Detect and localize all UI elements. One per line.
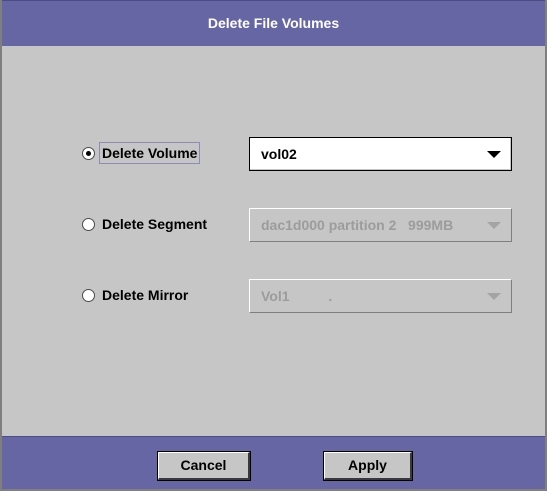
segment-select[interactable]: dac1d000 partition 2 999MB (249, 208, 512, 242)
option-row-delete-mirror: Delete Mirror Vol1 . (2, 279, 545, 313)
delete-file-volumes-dialog: Delete File Volumes Delete Volume vol02 … (0, 0, 547, 491)
chevron-down-icon[interactable] (487, 222, 501, 229)
dialog-title: Delete File Volumes (2, 0, 545, 46)
segment-select-value: dac1d000 partition 2 999MB (261, 217, 454, 233)
delete-mirror-radio[interactable] (82, 289, 95, 302)
radio-selected-dot (86, 151, 91, 156)
apply-button[interactable]: Apply (323, 451, 413, 481)
delete-mirror-label[interactable]: Delete Mirror (102, 287, 188, 303)
volume-select-value: vol02 (261, 146, 297, 162)
chevron-down-icon[interactable] (487, 293, 501, 300)
dialog-footer: Cancel Apply (2, 436, 545, 489)
option-row-delete-segment: Delete Segment dac1d000 partition 2 999M… (2, 208, 545, 242)
delete-volume-label[interactable]: Delete Volume (98, 142, 201, 164)
delete-segment-radio[interactable] (82, 218, 95, 231)
mirror-select-value: Vol1 . (261, 288, 333, 304)
cancel-button[interactable]: Cancel (157, 451, 251, 481)
delete-volume-radio[interactable] (82, 147, 95, 160)
mirror-select[interactable]: Vol1 . (249, 279, 512, 313)
delete-segment-label[interactable]: Delete Segment (102, 216, 207, 232)
volume-select[interactable]: vol02 (249, 137, 512, 171)
option-row-delete-volume: Delete Volume vol02 (2, 137, 545, 171)
dialog-body: Delete Volume vol02 Delete Segment dac1d… (2, 46, 545, 438)
chevron-down-icon[interactable] (487, 151, 501, 158)
